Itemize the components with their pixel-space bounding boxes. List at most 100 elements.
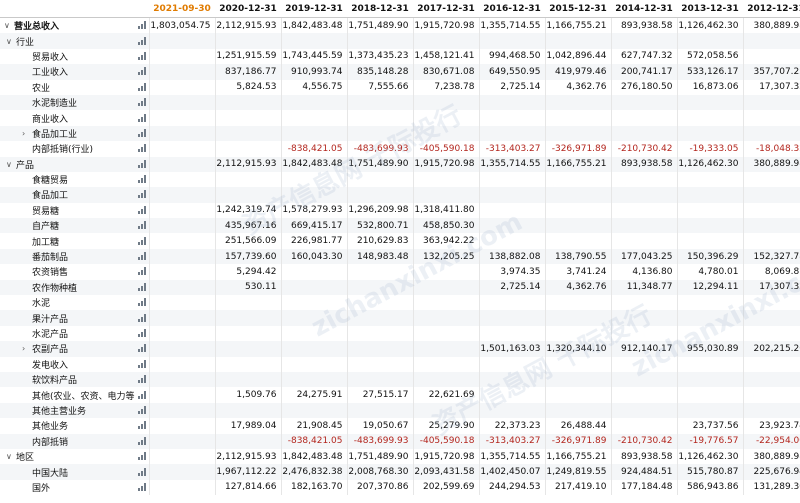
value-cell xyxy=(610,387,677,403)
header-period[interactable]: 2021-09-30 xyxy=(149,0,215,18)
row-chart-button[interactable] xyxy=(135,218,149,234)
row-chart-button[interactable] xyxy=(135,480,149,495)
table-row[interactable]: ∨ 地区 2,112,915.93 1,842,483.48 1,751,489.90 1… xyxy=(0,448,800,465)
value-cell xyxy=(280,279,347,296)
header-period[interactable]: 2016-12-31 xyxy=(479,0,545,18)
row-chart-button[interactable] xyxy=(135,18,149,34)
table-row[interactable]: 农作物种植 530.11 2,725.14 4,362.76 11,348.77 12,2… xyxy=(0,279,800,296)
row-chart-button[interactable] xyxy=(135,172,149,187)
row-chart-button[interactable] xyxy=(135,310,149,326)
table-row[interactable]: 其他(农业、农资、电力等) 1,509.76 24,275.91 27,515.17 2… xyxy=(0,387,800,403)
table-row[interactable]: 农业 5,824.53 4,556.75 7,555.66 7,238.78 2,725.… xyxy=(0,79,800,95)
table-row[interactable]: 国外 127,814.66 182,163.70 207,370.86 202,599.… xyxy=(0,479,800,496)
table-row[interactable]: ∨ 产品 2,112,915.93 1,842,483.48 1,751,489.90 1… xyxy=(0,156,800,172)
row-chart-button[interactable] xyxy=(135,125,149,142)
row-label-cell: 加工糖 xyxy=(0,233,135,248)
row-chart-button[interactable] xyxy=(135,371,149,388)
table-row[interactable]: › 食品加工业 xyxy=(0,125,800,142)
value-cell xyxy=(544,125,611,142)
table-row[interactable]: 其他主营业务 xyxy=(0,402,800,419)
row-chart-button[interactable] xyxy=(135,110,149,125)
table-row[interactable]: 番茄制品 157,739.60 160,043.30 148,983.48 132,20… xyxy=(0,248,800,265)
chevron-right-icon[interactable]: › xyxy=(22,129,32,138)
table-row[interactable]: 中国大陆 1,967,112.22 2,476,832.38 2,008,768.30… xyxy=(0,464,800,480)
row-chart-button[interactable] xyxy=(135,326,149,341)
table-row[interactable]: › 农副产品 1,501,163.03 1,320,344.10 912,140.17 9… xyxy=(0,341,800,357)
row-label: 软饮料产品 xyxy=(32,376,78,387)
value-cell xyxy=(610,402,677,419)
row-chart-button[interactable] xyxy=(135,33,149,49)
row-chart-button[interactable] xyxy=(135,94,149,111)
row-chart-button[interactable] xyxy=(135,402,149,419)
chevron-down-icon[interactable]: ∨ xyxy=(6,160,16,169)
header-period[interactable]: 2015-12-31 xyxy=(545,0,611,18)
value-cell xyxy=(346,325,413,342)
table-row[interactable]: 加工糖 251,566.09 226,981.77 210,629.83 363,942… xyxy=(0,233,800,249)
row-chart-button[interactable] xyxy=(135,295,149,310)
table-row[interactable]: 发电收入 xyxy=(0,356,800,372)
table-row[interactable]: 果汁产品 xyxy=(0,310,800,326)
table-row[interactable]: 水泥制造业 xyxy=(0,94,800,111)
row-chart-button[interactable] xyxy=(135,279,149,296)
header-period[interactable]: 2013-12-31 xyxy=(677,0,743,18)
table-row[interactable]: ∨ 行业 xyxy=(0,33,800,49)
row-chart-button[interactable] xyxy=(135,187,149,203)
value-cell xyxy=(676,295,743,311)
row-chart-button[interactable] xyxy=(135,357,149,372)
table-row[interactable]: 食品加工 xyxy=(0,187,800,203)
row-chart-button[interactable] xyxy=(135,264,149,279)
table-row[interactable]: 水泥产品 xyxy=(0,325,800,342)
table-row[interactable]: 贸易收入 1,251,915.59 1,743,445.59 1,373,435.23… xyxy=(0,48,800,65)
value-cell xyxy=(214,341,281,357)
table-row[interactable]: 水泥 xyxy=(0,295,800,311)
bar-chart-icon xyxy=(137,51,146,60)
table-row[interactable]: 内部抵销 -838,421.05 -483,699.93 -405,590.18 -31… xyxy=(0,433,800,449)
row-chart-button[interactable] xyxy=(135,449,149,464)
value-cell: 532,800.71 xyxy=(346,218,413,234)
table-row[interactable]: ∨ 营业总收入 1,803,054.75 2,112,915.93 1,842,483.… xyxy=(0,17,800,34)
table-row[interactable]: 农资销售 5,294.42 3,974.35 3,741.24 4,136.80 4,78… xyxy=(0,264,800,280)
value-cell: 1,355,714.55 xyxy=(478,448,545,465)
chevron-right-icon[interactable]: › xyxy=(22,344,32,353)
row-chart-button[interactable] xyxy=(135,341,149,357)
value-cell xyxy=(676,94,743,111)
chevron-down-icon[interactable]: ∨ xyxy=(6,37,16,46)
value-cell xyxy=(742,48,800,65)
row-chart-button[interactable] xyxy=(135,418,149,433)
table-row[interactable]: 贸易糖 1,242,319.74 1,578,279.93 1,296,209.98 1… xyxy=(0,202,800,219)
value-cell xyxy=(610,110,677,126)
table-row[interactable]: 自产糖 435,967.16 669,415.17 532,800.71 458,850… xyxy=(0,218,800,234)
row-chart-button[interactable] xyxy=(135,433,149,449)
row-chart-button[interactable] xyxy=(135,49,149,64)
header-period[interactable]: 2018-12-31 xyxy=(347,0,413,18)
table-row[interactable]: 其他业务 17,989.04 21,908.45 19,050.67 25,279.90… xyxy=(0,418,800,434)
header-period[interactable]: 2020-12-31 xyxy=(215,0,281,18)
value-cell xyxy=(676,356,743,372)
table-row[interactable]: 食糖贸易 xyxy=(0,171,800,188)
row-chart-button[interactable] xyxy=(135,64,149,80)
table-row[interactable]: 软饮料产品 xyxy=(0,371,800,388)
row-label-cell: 食糖贸易 xyxy=(0,172,135,187)
row-chart-button[interactable] xyxy=(135,141,149,156)
header-period[interactable]: 2012-12-31 xyxy=(743,0,800,18)
row-chart-button[interactable] xyxy=(135,80,149,95)
row-chart-button[interactable] xyxy=(135,233,149,248)
header-period[interactable]: 2014-12-31 xyxy=(611,0,677,18)
value-cell: -326,971.89 xyxy=(544,433,611,449)
chevron-down-icon[interactable]: ∨ xyxy=(6,452,16,461)
bar-chart-icon xyxy=(137,482,146,491)
row-chart-button[interactable] xyxy=(135,248,149,265)
chevron-down-icon[interactable]: ∨ xyxy=(4,21,14,30)
row-chart-button[interactable] xyxy=(135,156,149,172)
bar-chart-icon xyxy=(137,436,146,445)
value-cell xyxy=(280,341,347,357)
value-cell: 357,707.23 xyxy=(742,64,800,80)
header-period[interactable]: 2017-12-31 xyxy=(413,0,479,18)
table-row[interactable]: 商业收入 xyxy=(0,110,800,126)
row-chart-button[interactable] xyxy=(135,387,149,402)
row-chart-button[interactable] xyxy=(135,464,149,480)
row-chart-button[interactable] xyxy=(135,203,149,218)
table-row[interactable]: 工业收入 837,186.77 910,993.74 835,148.28 830,67… xyxy=(0,64,800,80)
table-row[interactable]: 内部抵销(行业) -838,421.05 -483,699.93 -405,590.1… xyxy=(0,141,800,157)
header-period[interactable]: 2019-12-31 xyxy=(281,0,347,18)
